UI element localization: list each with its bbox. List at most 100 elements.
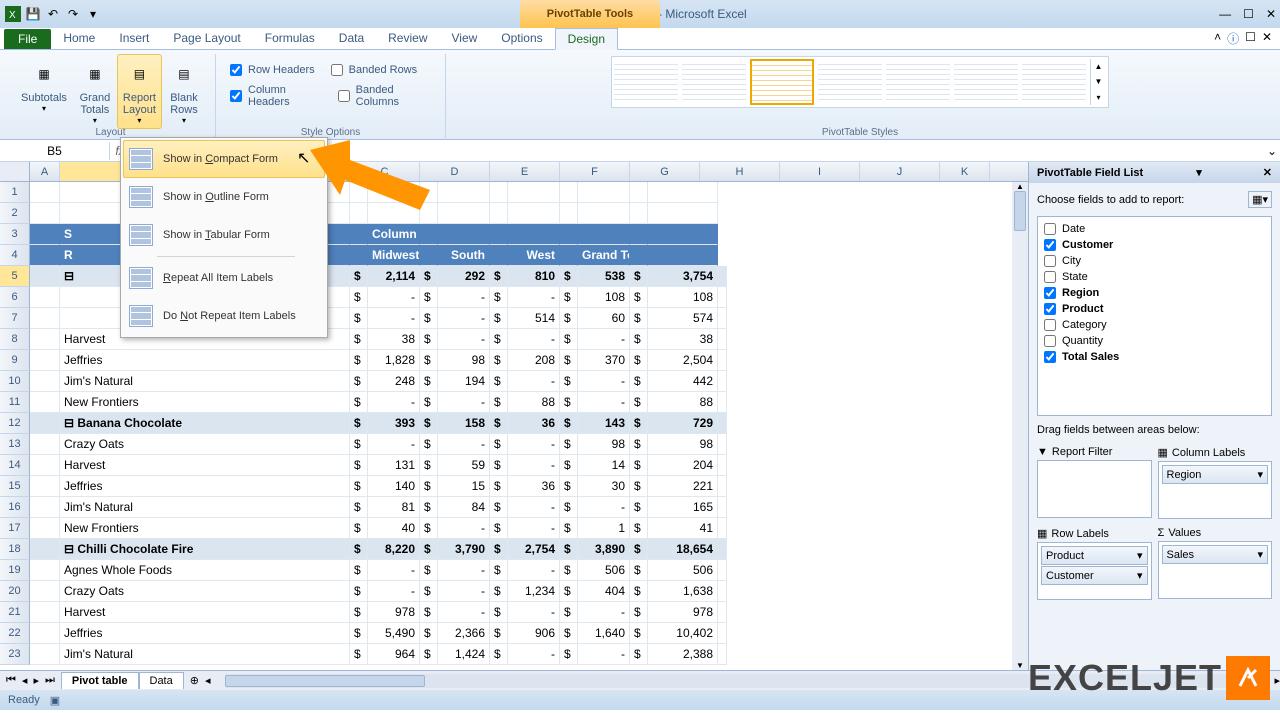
cell[interactable]: Agnes Whole Foods (60, 560, 350, 581)
blank-rows-button[interactable]: ▤Blank Rows▾ (162, 54, 206, 129)
cell[interactable]: Harvest (60, 455, 350, 476)
row-header[interactable]: 18 (0, 539, 30, 560)
cell[interactable]: - (368, 392, 420, 413)
cell[interactable]: $ (350, 539, 368, 560)
cell[interactable] (718, 497, 727, 518)
show-compact-form[interactable]: Show in Compact Form (123, 140, 325, 178)
prev-sheet-icon[interactable]: ◂ (20, 674, 30, 687)
cell[interactable]: Jim's Natural (60, 497, 350, 518)
select-all-corner[interactable] (0, 162, 30, 181)
cell[interactable]: $ (490, 560, 508, 581)
cell[interactable] (560, 203, 578, 224)
field-list-dropdown-icon[interactable]: ▾ (1196, 166, 1202, 179)
row-header[interactable]: 1 (0, 182, 30, 203)
show-tabular-form[interactable]: Show in Tabular Form (123, 216, 325, 254)
cell[interactable]: $ (490, 329, 508, 350)
cell[interactable]: 1,638 (648, 581, 718, 602)
cell[interactable] (438, 182, 490, 203)
cell[interactable]: $ (560, 455, 578, 476)
cell[interactable]: $ (630, 476, 648, 497)
cell[interactable]: Jeffries (60, 623, 350, 644)
cell[interactable]: $ (420, 413, 438, 434)
tab-options[interactable]: Options (489, 28, 554, 50)
cell[interactable] (30, 413, 60, 434)
cell[interactable] (420, 203, 438, 224)
cell[interactable]: $ (350, 413, 368, 434)
cell[interactable]: Crazy Oats (60, 581, 350, 602)
close-icon[interactable]: ✕ (1266, 7, 1276, 21)
cell[interactable] (350, 245, 368, 266)
cell[interactable]: - (578, 644, 630, 665)
gallery-up-icon[interactable]: ▲ (1091, 59, 1106, 74)
cell[interactable] (718, 392, 727, 413)
cell[interactable]: 98 (438, 350, 490, 371)
cell[interactable] (30, 560, 60, 581)
cell[interactable]: $ (420, 434, 438, 455)
cell[interactable]: $ (630, 455, 648, 476)
cell[interactable]: $ (630, 392, 648, 413)
cell[interactable] (648, 203, 718, 224)
sheet-tab-data[interactable]: Data (139, 672, 184, 689)
column-labels-area[interactable]: Region▾ (1158, 461, 1273, 519)
restore-window-icon[interactable]: ☐ (1245, 30, 1256, 47)
cell[interactable]: $ (630, 581, 648, 602)
cell[interactable] (630, 203, 648, 224)
cell[interactable]: $ (350, 623, 368, 644)
cell[interactable] (490, 224, 508, 245)
name-box[interactable]: B5 (0, 142, 110, 160)
cell[interactable]: - (578, 329, 630, 350)
cell[interactable]: - (508, 518, 560, 539)
cell[interactable]: $ (420, 560, 438, 581)
pivot-style-gallery[interactable]: ▲ ▼ ▾ (611, 56, 1109, 108)
cell[interactable]: New Frontiers (60, 518, 350, 539)
field-list[interactable]: DateCustomerCityStateRegionProductCatego… (1037, 216, 1272, 416)
minimize-icon[interactable]: — (1219, 7, 1231, 21)
cell[interactable]: - (508, 497, 560, 518)
cell[interactable]: $ (350, 476, 368, 497)
chip-product[interactable]: Product▾ (1041, 546, 1148, 565)
cell[interactable]: 2,754 (508, 539, 560, 560)
col-header[interactable]: D (420, 162, 490, 181)
repeat-item-labels[interactable]: Repeat All Item Labels (123, 259, 325, 297)
cell[interactable]: $ (350, 497, 368, 518)
cell[interactable]: $ (630, 266, 648, 287)
excel-icon[interactable]: X (4, 5, 22, 23)
cell[interactable]: Harvest (60, 602, 350, 623)
row-header[interactable]: 13 (0, 434, 30, 455)
cell[interactable] (578, 203, 630, 224)
style-swatch[interactable] (886, 59, 950, 105)
cell[interactable] (648, 182, 718, 203)
row-header[interactable]: 15 (0, 476, 30, 497)
cell[interactable]: $ (560, 308, 578, 329)
cell[interactable]: 2,114 (368, 266, 420, 287)
cell[interactable]: - (578, 497, 630, 518)
cell[interactable]: 810 (508, 266, 560, 287)
cell[interactable]: $ (630, 539, 648, 560)
cell[interactable] (718, 329, 727, 350)
chip-region[interactable]: Region▾ (1162, 465, 1269, 484)
cell[interactable]: $ (630, 497, 648, 518)
cell[interactable] (30, 371, 60, 392)
cell[interactable]: $ (350, 602, 368, 623)
layout-options-icon[interactable]: ▦▾ (1248, 191, 1272, 208)
cell[interactable]: 10,402 (648, 623, 718, 644)
cell[interactable]: $ (490, 581, 508, 602)
cell[interactable]: $ (490, 350, 508, 371)
col-header[interactable]: G (630, 162, 700, 181)
row-header[interactable]: 3 (0, 224, 30, 245)
cell[interactable] (30, 455, 60, 476)
cell[interactable]: Jim's Natural (60, 371, 350, 392)
cell[interactable]: $ (560, 602, 578, 623)
cell[interactable]: 3,890 (578, 539, 630, 560)
cell[interactable]: $ (490, 602, 508, 623)
cell[interactable]: 158 (438, 413, 490, 434)
gallery-down-icon[interactable]: ▼ (1091, 74, 1106, 89)
cell[interactable] (30, 266, 60, 287)
cell[interactable] (30, 182, 60, 203)
style-swatch[interactable] (750, 59, 814, 105)
cell[interactable]: $ (350, 455, 368, 476)
last-sheet-icon[interactable]: ⏭ (43, 674, 57, 687)
cell[interactable] (30, 539, 60, 560)
cell[interactable]: 208 (508, 350, 560, 371)
cell[interactable] (630, 245, 648, 266)
